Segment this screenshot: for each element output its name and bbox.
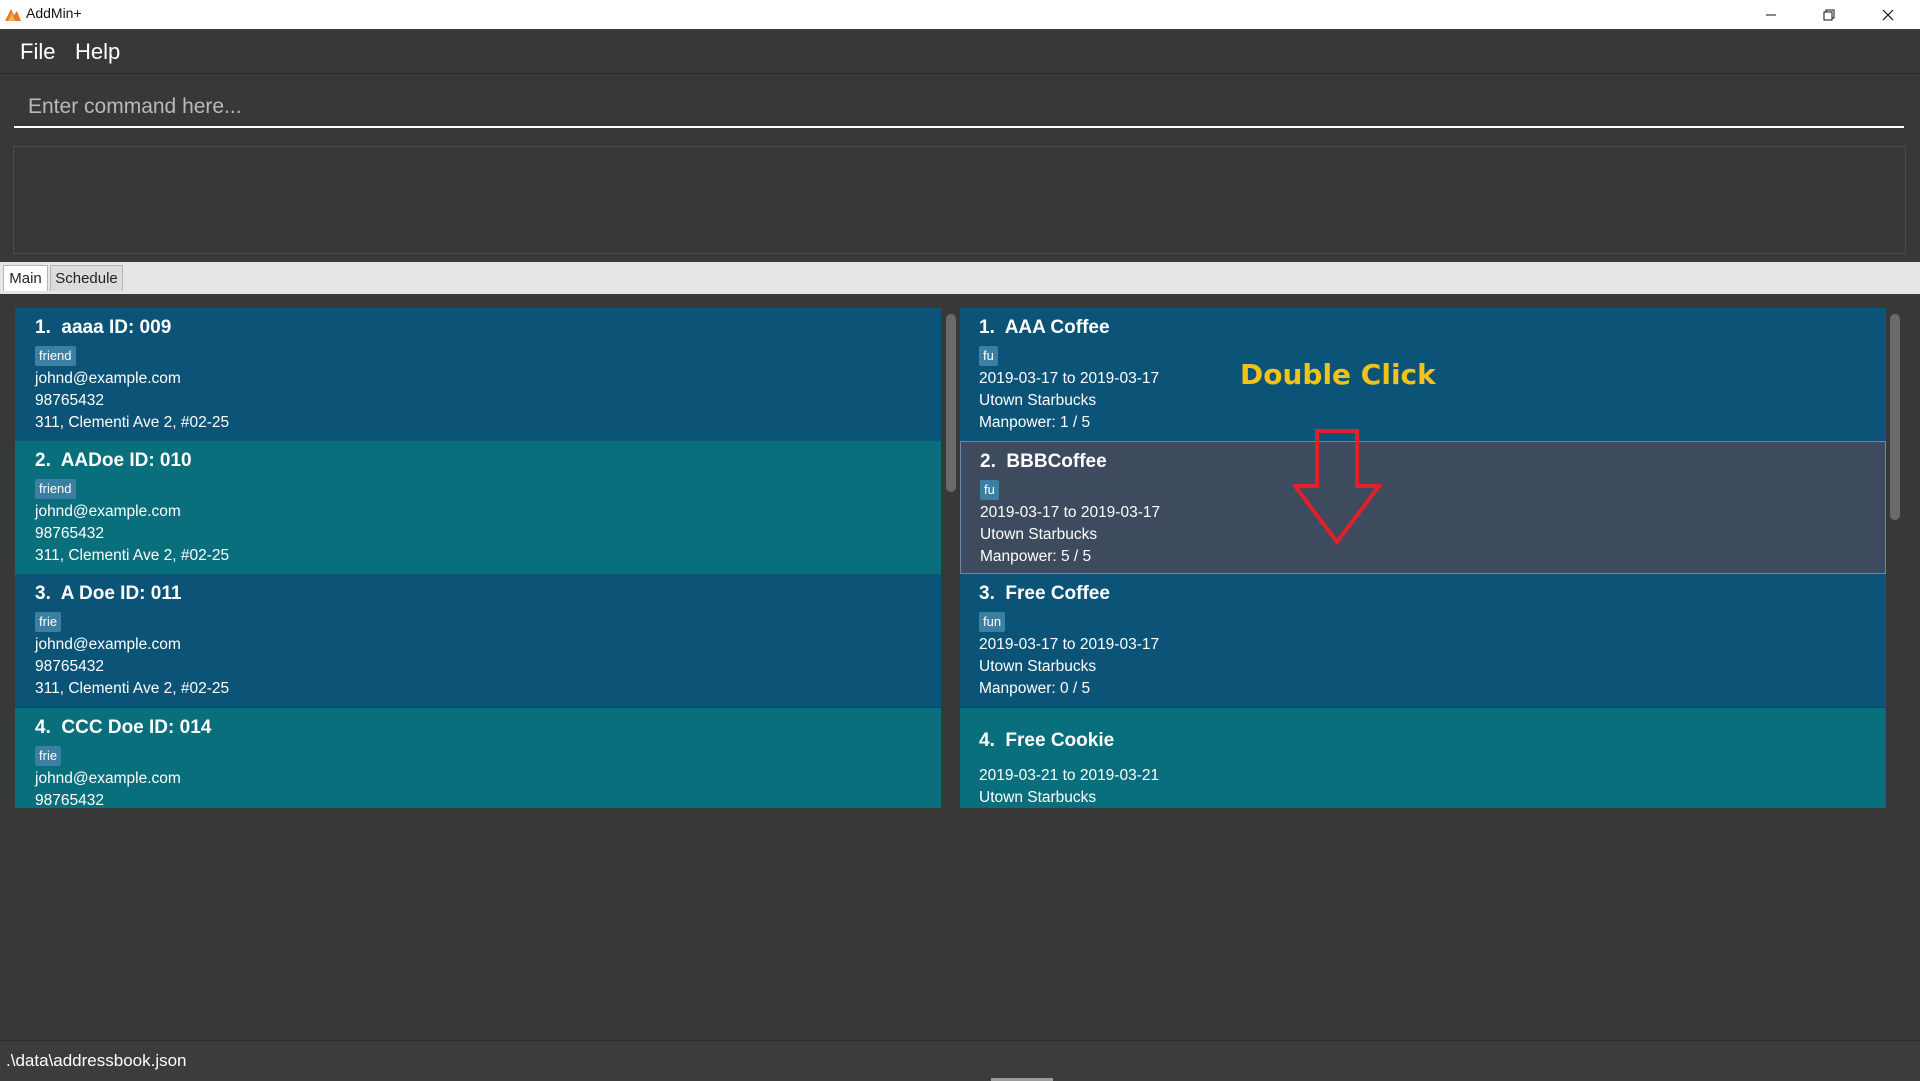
- tag-badge: fu: [980, 480, 999, 500]
- window-title: AddMin+: [26, 5, 82, 21]
- person-card-2[interactable]: 2. AADoe ID: 010 friend johnd@example.co…: [15, 441, 941, 574]
- activity-location: Utown Starbucks: [979, 392, 1097, 409]
- command-input[interactable]: [14, 88, 1904, 128]
- title-bar: AddMin+: [0, 0, 1920, 29]
- person-email: johnd@example.com: [35, 503, 181, 520]
- tag-badge: friend: [35, 479, 76, 499]
- activity-location: Utown Starbucks: [979, 658, 1097, 675]
- activity-location: Utown Starbucks: [980, 526, 1098, 543]
- restore-button[interactable]: [1800, 0, 1858, 29]
- activity-list-scrollbar[interactable]: [1890, 312, 1900, 808]
- person-phone: 98765432: [35, 792, 104, 808]
- person-title: 1. aaaa ID: 009: [35, 317, 172, 338]
- activity-list-scroll-thumb[interactable]: [1890, 314, 1900, 520]
- command-box: [0, 74, 1920, 140]
- tag-badge: friend: [35, 346, 76, 366]
- activity-dates: 2019-03-17 to 2019-03-17: [980, 504, 1161, 521]
- activity-manpower: Manpower: 1 / 5: [979, 414, 1091, 431]
- person-phone: 98765432: [35, 392, 104, 409]
- result-display: [13, 146, 1906, 254]
- activity-card-4[interactable]: 4. Free Cookie 2019-03-21 to 2019-03-21 …: [960, 708, 1886, 808]
- activity-title: 3. Free Coffee: [979, 583, 1110, 604]
- person-email: johnd@example.com: [35, 636, 181, 653]
- restore-icon: [1823, 9, 1835, 20]
- tab-main[interactable]: Main: [3, 265, 48, 291]
- person-list-scroll-thumb[interactable]: [946, 314, 956, 492]
- person-title: 3. A Doe ID: 011: [35, 583, 182, 604]
- activity-card-2[interactable]: 2. BBBCoffee fu 2019-03-17 to 2019-03-17…: [960, 441, 1886, 574]
- menu-help[interactable]: Help: [75, 39, 120, 65]
- person-list[interactable]: 1. aaaa ID: 009 friend johnd@example.com…: [15, 308, 941, 808]
- person-card-3[interactable]: 3. A Doe ID: 011 frie johnd@example.com …: [15, 574, 941, 707]
- minimize-button[interactable]: [1742, 0, 1800, 29]
- activity-dates: 2019-03-21 to 2019-03-21: [979, 767, 1160, 784]
- person-list-scrollbar[interactable]: [946, 312, 956, 808]
- person-email: johnd@example.com: [35, 770, 181, 787]
- activity-dates: 2019-03-17 to 2019-03-17: [979, 636, 1160, 653]
- activity-location: Utown Starbucks: [979, 789, 1097, 806]
- double-click-annotation: Double Click: [1240, 358, 1436, 391]
- tag-badge: fun: [979, 612, 1006, 632]
- person-address: 311, Clementi Ave 2, #02-25: [35, 414, 230, 431]
- menu-file[interactable]: File: [20, 39, 55, 65]
- menu-bar: File Help: [0, 29, 1920, 74]
- close-icon: [1882, 9, 1894, 20]
- activity-card-3[interactable]: 3. Free Coffee fun 2019-03-17 to 2019-03…: [960, 574, 1886, 707]
- person-title: 4. CCC Doe ID: 014: [35, 717, 212, 738]
- tag-badge: frie: [35, 612, 62, 632]
- person-card-4[interactable]: 4. CCC Doe ID: 014 frie johnd@example.co…: [15, 708, 941, 808]
- activity-title: 1. AAA Coffee: [979, 317, 1110, 338]
- minimize-icon: [1766, 14, 1776, 15]
- activity-manpower: Manpower: 5 / 5: [980, 548, 1092, 565]
- status-bar: .\data\addressbook.json: [0, 1040, 1920, 1081]
- person-address: 311, Clementi Ave 2, #02-25: [35, 547, 230, 564]
- save-location: .\data\addressbook.json: [6, 1051, 187, 1070]
- tab-bar: Main Schedule: [0, 262, 1920, 294]
- activity-title: 2. BBBCoffee: [980, 451, 1107, 472]
- activity-dates: 2019-03-17 to 2019-03-17: [979, 370, 1160, 387]
- person-phone: 98765432: [35, 658, 104, 675]
- tag-badge: frie: [35, 746, 62, 766]
- person-email: johnd@example.com: [35, 370, 181, 387]
- person-address: 311, Clementi Ave 2, #02-25: [35, 680, 230, 697]
- activity-title: 4. Free Cookie: [979, 730, 1115, 751]
- person-card-1[interactable]: 1. aaaa ID: 009 friend johnd@example.com…: [15, 308, 941, 441]
- down-arrow-icon: [1293, 429, 1383, 546]
- tag-badge: fu: [979, 346, 998, 366]
- tab-schedule[interactable]: Schedule: [50, 265, 123, 291]
- activity-manpower: Manpower: 0 / 5: [979, 680, 1091, 697]
- person-title: 2. AADoe ID: 010: [35, 450, 192, 471]
- close-button[interactable]: [1859, 0, 1917, 29]
- app-icon: [5, 9, 21, 21]
- person-phone: 98765432: [35, 525, 104, 542]
